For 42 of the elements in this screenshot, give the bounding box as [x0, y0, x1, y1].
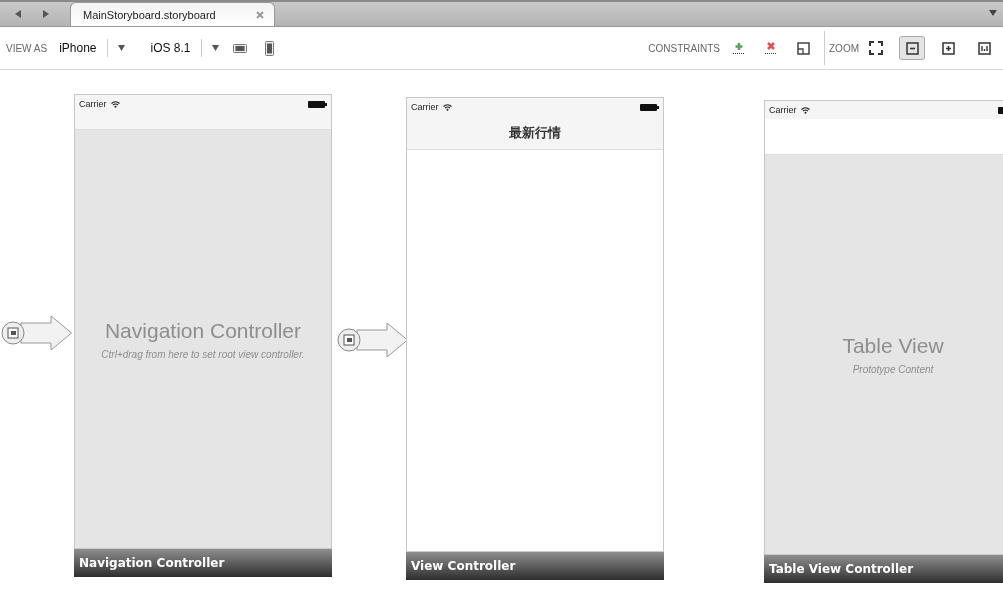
carrier-label: Carrier: [769, 105, 797, 115]
battery-icon: [308, 100, 327, 108]
dropdown-icon[interactable]: [117, 45, 125, 51]
editor-tab[interactable]: MainStoryboard.storyboard: [70, 2, 275, 26]
scene-screen[interactable]: Carrier Table View Prototype Content: [764, 100, 1003, 555]
scene-title-bar[interactable]: Navigation Controller: [74, 549, 332, 577]
close-icon[interactable]: [256, 10, 264, 19]
wifi-icon: [442, 103, 452, 111]
scene-heading: Navigation Controller: [104, 318, 302, 343]
device-selector[interactable]: iPhone: [53, 41, 103, 55]
zoom-out-icon: [905, 41, 919, 55]
os-selector[interactable]: iOS 8.1: [144, 41, 197, 55]
scene-hint: Ctrl+drag from here to set root view controller.: [101, 348, 305, 360]
back-icon: [15, 10, 21, 18]
carrier-label: Carrier: [411, 102, 439, 112]
constraints-label: CONSTRAINTS: [648, 42, 720, 54]
zoom-in-icon: [941, 41, 955, 55]
scene-hint: Prototype Content: [852, 364, 934, 375]
wifi-icon: [110, 100, 120, 108]
scene-heading: Table View: [842, 334, 944, 358]
carrier-label: Carrier: [79, 99, 107, 109]
plus-icon: [733, 42, 745, 54]
scene-screen[interactable]: Carrier Navigation Controller Ctrl+drag from here to set root view controller.: [74, 94, 332, 549]
forward-icon: [43, 10, 49, 18]
portrait-icon[interactable]: [264, 40, 274, 56]
wifi-icon: [800, 106, 810, 114]
dropdown-icon[interactable]: [211, 45, 219, 51]
scene-title-bar[interactable]: View Controller: [406, 552, 664, 580]
scene-screen[interactable]: Carrier 最新行情: [406, 97, 664, 552]
fit-frame-icon: [869, 41, 883, 55]
battery-icon: [640, 103, 659, 111]
actual-size-icon: [977, 41, 991, 55]
view-as-label: VIEW AS: [6, 42, 48, 54]
resize-icon: [796, 41, 810, 55]
entry-arrow-icon[interactable]: [1, 315, 72, 351]
dropdown-icon[interactable]: [989, 10, 997, 16]
navigation-title: 最新行情: [509, 123, 561, 142]
segue-arrow-icon[interactable]: [337, 322, 408, 358]
scene-title-bar[interactable]: Table View Controller: [764, 555, 1003, 583]
cross-icon: [765, 42, 777, 54]
zoom-label: ZOOM: [829, 42, 859, 54]
landscape-icon[interactable]: [232, 43, 247, 53]
